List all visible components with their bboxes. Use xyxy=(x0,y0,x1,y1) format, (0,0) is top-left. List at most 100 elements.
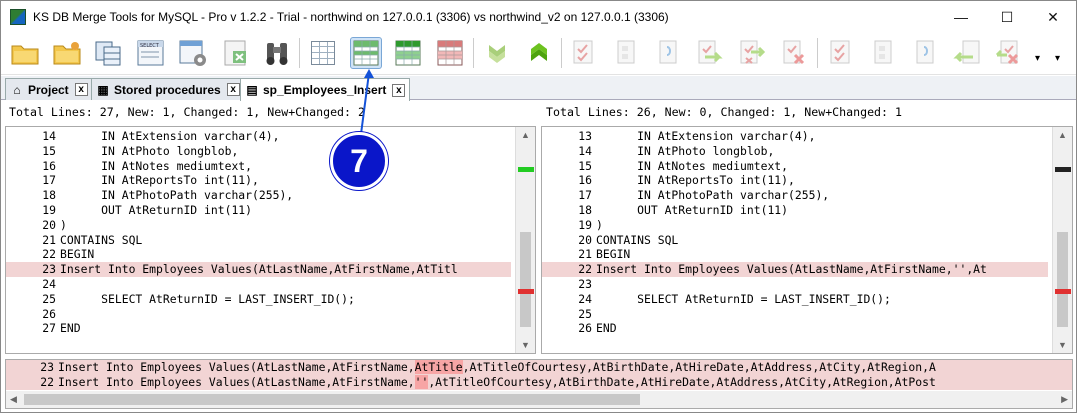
toolbar-overflow-button-2[interactable]: ▾ xyxy=(1055,53,1060,64)
code-text: END xyxy=(596,321,617,336)
code-text: END xyxy=(60,321,81,336)
right-lines: 13 IN AtExtension varchar(4), 14 IN AtPho… xyxy=(542,129,1048,336)
maximize-button[interactable]: ☐ xyxy=(984,1,1030,33)
open-folder-icon[interactable] xyxy=(9,37,41,69)
diff-line-left: 23 Insert Into Employees Values(AtLastNam… xyxy=(6,360,1072,375)
right-code-pane[interactable]: 13 IN AtExtension varchar(4), 14 IN AtPho… xyxy=(541,126,1073,354)
line-number: 17 xyxy=(578,188,592,203)
right-scroll-thumb[interactable] xyxy=(1057,232,1068,327)
scroll-up-icon[interactable]: ▲ xyxy=(1057,130,1068,140)
blank-doc-icon[interactable] xyxy=(867,37,899,69)
bottom-scroll-thumb[interactable] xyxy=(24,394,640,405)
code-line: 26 xyxy=(6,307,511,322)
changed-line-marker xyxy=(1055,289,1071,294)
delete-right-icon[interactable] xyxy=(779,37,811,69)
right-vertical-scrollbar[interactable]: ▲ ▼ xyxy=(1052,127,1072,353)
line-number: 17 xyxy=(42,173,56,188)
diff-highlight: AtTitle xyxy=(414,360,463,374)
code-text: OUT AtReturnID int(11) xyxy=(596,202,789,217)
diff-line-right: 22 Insert Into Employees Values(AtLastNam… xyxy=(6,375,1072,390)
grid-changed-icon[interactable] xyxy=(350,37,382,69)
copy-right-icon[interactable] xyxy=(695,37,727,69)
copy-left-icon[interactable] xyxy=(951,37,983,69)
line-diff-pane[interactable]: 23 Insert Into Employees Values(AtLastNam… xyxy=(5,359,1073,409)
toolbar: SELECT ▾ ▾ xyxy=(1,33,1076,75)
left-vertical-scrollbar[interactable]: ▲ ▼ xyxy=(515,127,535,353)
code-text: ) xyxy=(596,217,603,232)
open-folder-star-icon[interactable] xyxy=(51,37,83,69)
code-text: ) xyxy=(60,217,67,232)
code-line: 16 IN AtNotes mediumtext, xyxy=(6,159,511,174)
tab-sp-employees-insert[interactable]: ▤ sp_Employees_Insert x xyxy=(240,78,411,101)
schema-settings-icon[interactable] xyxy=(177,37,209,69)
line-number: 27 xyxy=(42,321,56,336)
code-text: CONTAINS SQL xyxy=(596,232,679,247)
left-code-pane[interactable]: 14 IN AtExtension varchar(4), 15 IN AtPho… xyxy=(5,126,536,354)
code-line: 27 END xyxy=(6,321,511,336)
prev-diff-icon[interactable] xyxy=(523,37,555,69)
line-number: 25 xyxy=(578,306,592,321)
code-line: 26 END xyxy=(542,321,1048,336)
code-line: 14 IN AtPhoto longblob, xyxy=(542,144,1048,159)
copy-doc-2-icon[interactable] xyxy=(909,37,941,69)
line-number: 15 xyxy=(578,158,592,173)
scroll-left-icon[interactable]: ◀ xyxy=(10,394,17,405)
grid-new-icon[interactable] xyxy=(392,37,424,69)
select-query-icon[interactable]: SELECT xyxy=(135,37,167,69)
tab-label: sp_Employees_Insert xyxy=(263,83,387,97)
code-line: 20 CONTAINS SQL xyxy=(542,233,1048,248)
toolbar-separator xyxy=(561,38,562,68)
tab-close-button[interactable]: x xyxy=(226,83,240,96)
line-number: 22 xyxy=(578,262,592,277)
move-right-icon[interactable] xyxy=(737,37,769,69)
scroll-up-icon[interactable]: ▲ xyxy=(520,130,531,140)
code-line: 22 BEGIN xyxy=(6,247,511,262)
next-diff-icon[interactable] xyxy=(481,37,513,69)
merge-doc-icon[interactable] xyxy=(611,37,643,69)
code-text: Insert Into Employees Values(AtLastName,… xyxy=(58,375,415,389)
merge-left-icon[interactable] xyxy=(569,37,601,69)
delete-left-icon[interactable] xyxy=(993,37,1025,69)
line-number: 21 xyxy=(578,247,592,262)
code-line: 13 IN AtExtension varchar(4), xyxy=(542,129,1048,144)
line-number: 20 xyxy=(42,217,56,232)
tab-stored-procedures[interactable]: ▦ Stored procedures x xyxy=(91,78,245,100)
tab-close-button[interactable]: x xyxy=(74,83,88,96)
scroll-down-icon[interactable]: ▼ xyxy=(520,340,531,350)
code-line: 25 xyxy=(542,307,1048,322)
bottom-horizontal-scrollbar[interactable]: ◀ ▶ xyxy=(6,391,1072,408)
code-line: 14 IN AtExtension varchar(4), xyxy=(6,129,511,144)
line-number: 22 xyxy=(40,375,54,389)
code-text: IN AtReportsTo int(11), xyxy=(60,173,259,188)
select-left-icon[interactable] xyxy=(825,37,857,69)
code-text: IN AtPhotoPath varchar(255), xyxy=(60,188,294,203)
line-number: 23 xyxy=(40,360,54,374)
code-line: 21 CONTAINS SQL xyxy=(6,233,511,248)
grid-removed-icon[interactable] xyxy=(434,37,466,69)
compare-tables-icon[interactable] xyxy=(93,37,125,69)
binoculars-icon[interactable] xyxy=(261,37,293,69)
left-scroll-thumb[interactable] xyxy=(520,232,531,327)
position-marker xyxy=(1055,167,1071,172)
left-stats: Total Lines: 27, New: 1, Changed: 1, New… xyxy=(9,105,365,119)
grid-all-icon[interactable] xyxy=(307,37,339,69)
code-text: Insert Into Employees Values(AtLastName,… xyxy=(596,262,987,277)
scroll-right-icon[interactable]: ▶ xyxy=(1061,394,1068,405)
tab-project[interactable]: ⌂ Project x xyxy=(5,78,93,100)
line-number: 15 xyxy=(42,143,56,158)
tab-close-button[interactable]: x xyxy=(392,83,406,97)
code-line: 25 SELECT AtReturnID = LAST_INSERT_ID(); xyxy=(6,292,511,307)
toolbar-overflow-button[interactable]: ▾ xyxy=(1035,53,1040,64)
code-line: 15 IN AtPhoto longblob, xyxy=(6,144,511,159)
export-excel-icon[interactable] xyxy=(219,37,251,69)
code-text: ,AtTitleOfCourtesy,AtBirthDate,AtHireDat… xyxy=(462,360,936,374)
minimize-button[interactable]: — xyxy=(938,1,984,33)
scroll-down-icon[interactable]: ▼ xyxy=(1057,340,1068,350)
line-number: 19 xyxy=(42,202,56,217)
code-text: ,AtTitleOfCourtesy,AtBirthDate,AtHireDat… xyxy=(428,375,936,389)
procedures-icon: ▦ xyxy=(97,82,109,97)
copy-doc-icon[interactable] xyxy=(653,37,685,69)
close-button[interactable]: ✕ xyxy=(1030,1,1076,33)
